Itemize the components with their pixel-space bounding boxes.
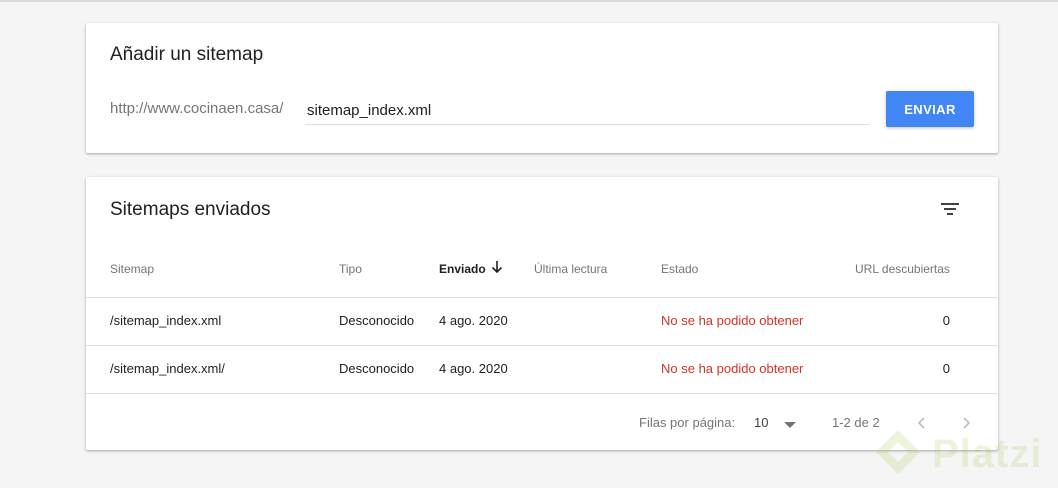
cell-sitemap[interactable]: /sitemap_index.xml	[110, 313, 221, 328]
submit-button[interactable]: ENVIAR	[886, 91, 974, 127]
add-sitemap-title: Añadir un sitemap	[110, 44, 264, 65]
cell-tipo: Desconocido	[339, 361, 415, 376]
sitemap-url-input[interactable]	[305, 97, 870, 125]
add-sitemap-card: Añadir un sitemap http://www.cocinaen.ca…	[86, 23, 998, 153]
url-prefix: http://www.cocinaen.casa/	[110, 100, 284, 117]
cell-tipo: Desconocido	[339, 313, 415, 328]
cell-estado: No se ha podido obtener	[661, 361, 804, 376]
platzi-watermark: Platzi	[870, 424, 1050, 484]
column-header-estado[interactable]: Estado	[661, 262, 698, 276]
cell-estado: No se ha podido obtener	[661, 313, 804, 328]
watermark-text: Platzi	[932, 432, 1043, 476]
column-header-tipo[interactable]: Tipo	[339, 262, 362, 276]
cell-urls: 0	[942, 313, 950, 328]
column-header-url-descubiertas[interactable]: URL descubiertas	[855, 262, 950, 276]
sent-sitemaps-card: Sitemaps enviados Sitemap Tipo Enviado Ú…	[86, 177, 998, 450]
chevron-down-icon	[784, 422, 796, 428]
platzi-logo-icon	[876, 430, 920, 474]
arrow-down-icon[interactable]	[489, 259, 505, 275]
column-header-ultima-lectura[interactable]: Última lectura	[534, 262, 607, 276]
cell-enviado: 4 ago. 2020	[439, 361, 508, 376]
column-header-enviado[interactable]: Enviado	[439, 262, 486, 276]
row-divider	[86, 345, 998, 346]
rows-per-page-value: 10	[754, 415, 769, 430]
filter-icon[interactable]	[938, 197, 962, 221]
column-header-sitemap[interactable]: Sitemap	[110, 262, 154, 276]
rows-per-page-select[interactable]: 10	[754, 413, 800, 433]
rows-per-page-label: Filas por página:	[639, 415, 736, 430]
sent-sitemaps-title: Sitemaps enviados	[110, 199, 271, 220]
cell-urls: 0	[942, 361, 950, 376]
top-border	[0, 0, 1058, 2]
header-divider	[86, 297, 998, 298]
row-divider	[86, 393, 998, 394]
cell-sitemap[interactable]: /sitemap_index.xml/	[110, 361, 225, 376]
cell-enviado: 4 ago. 2020	[439, 313, 508, 328]
